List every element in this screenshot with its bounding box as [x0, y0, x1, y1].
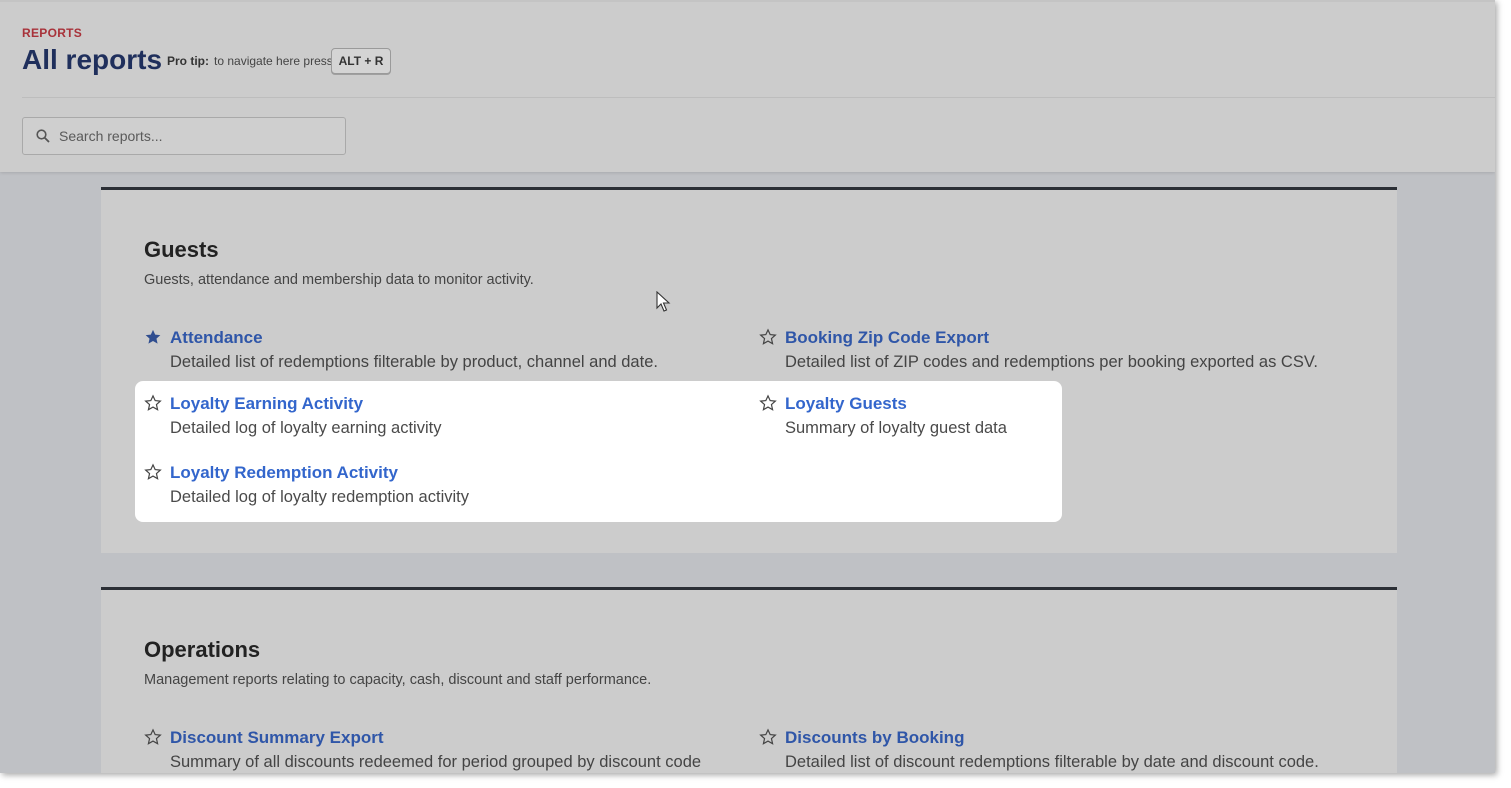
highlighted-reports: Loyalty Earning Activity Detailed log of…	[135, 381, 1062, 522]
report-description: Summary of loyalty guest data	[785, 419, 1007, 437]
report-link[interactable]: Attendance	[170, 328, 263, 348]
report-link[interactable]: Discounts by Booking	[785, 728, 964, 748]
report-description: Detailed log of loyalty redemption activ…	[170, 488, 469, 506]
breadcrumb[interactable]: REPORTS	[22, 26, 82, 40]
report-description: Detailed log of loyalty earning activity	[170, 419, 442, 437]
pro-tip: Pro tip: to navigate here press	[167, 54, 333, 68]
app-window: REPORTS All reports Pro tip: to navigate…	[0, 0, 1495, 773]
search-icon	[36, 129, 50, 143]
shortcut-key: ALT + R	[331, 48, 391, 74]
pro-tip-text: to navigate here press	[214, 54, 333, 68]
report-link[interactable]: Booking Zip Code Export	[785, 328, 989, 348]
report-link[interactable]: Loyalty Redemption Activity	[170, 463, 398, 483]
section-title: Guests	[144, 237, 219, 262]
search-input[interactable]	[59, 128, 319, 144]
section-operations: Operations Management reports relating t…	[101, 587, 1397, 773]
star-outline-icon[interactable]	[144, 463, 162, 481]
pro-tip-label: Pro tip:	[167, 54, 209, 68]
report-description: Detailed list of redemptions filterable …	[170, 353, 658, 371]
page-header: REPORTS All reports Pro tip: to navigate…	[0, 0, 1495, 172]
page-title: All reports	[22, 44, 163, 75]
star-outline-icon[interactable]	[759, 394, 777, 412]
mouse-cursor-icon	[656, 291, 671, 312]
star-outline-icon[interactable]	[144, 394, 162, 412]
section-description: Guests, attendance and membership data t…	[144, 272, 534, 288]
star-outline-icon[interactable]	[759, 328, 777, 346]
report-description: Summary of all discounts redeemed for pe…	[170, 753, 702, 771]
report-description: Detailed list of discount redemptions fi…	[785, 753, 1319, 771]
report-link[interactable]: Loyalty Guests	[785, 394, 907, 414]
report-link[interactable]: Loyalty Earning Activity	[170, 394, 363, 414]
report-link[interactable]: Discount Summary Export	[170, 728, 384, 748]
star-outline-icon[interactable]	[144, 728, 162, 746]
star-outline-icon[interactable]	[759, 728, 777, 746]
section-description: Management reports relating to capacity,…	[144, 672, 652, 688]
report-description: Detailed list of ZIP codes and redemptio…	[785, 353, 1318, 371]
search-box[interactable]	[22, 117, 346, 155]
star-filled-icon[interactable]	[144, 328, 162, 346]
header-divider	[22, 97, 1495, 98]
section-title: Operations	[144, 637, 261, 662]
